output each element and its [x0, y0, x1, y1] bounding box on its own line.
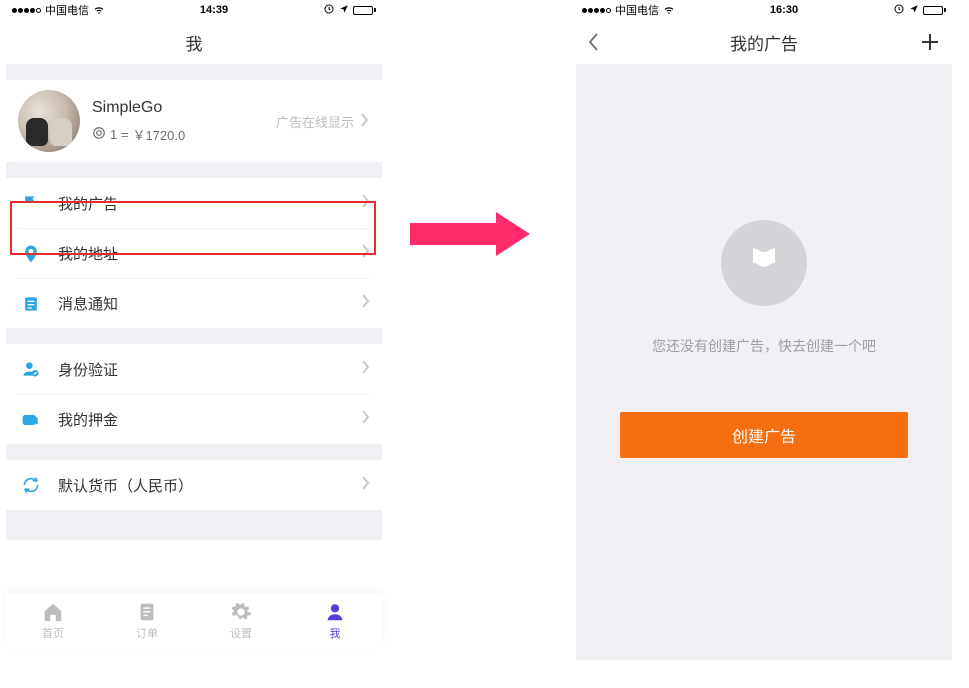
- flag-icon: [18, 193, 44, 213]
- row-label: 默认货币（人民币）: [58, 475, 362, 496]
- content-area: 您还没有创建广告，快去创建一个吧 创建广告: [576, 64, 952, 660]
- avatar: [18, 90, 80, 152]
- back-button[interactable]: [588, 20, 600, 64]
- profile-row[interactable]: SimpleGo 1 = ￥1720.0 广告在线显示: [6, 80, 382, 162]
- empty-state-text: 您还没有创建广告，快去创建一个吧: [652, 336, 876, 356]
- profile-right-text: 广告在线显示: [276, 112, 354, 131]
- status-time: 14:39: [200, 4, 228, 16]
- empty-flag-icon: [721, 220, 807, 306]
- doc-icon: [18, 294, 44, 314]
- tab-label: 首页: [42, 625, 64, 641]
- carrier-label: 中国电信: [615, 2, 659, 18]
- deposit-icon: 押: [18, 410, 44, 430]
- tab-label: 订单: [136, 625, 158, 641]
- battery-icon: [353, 6, 376, 15]
- list-group-2: 身份验证 押 我的押金: [6, 344, 382, 444]
- wifi-icon: [93, 3, 105, 18]
- add-button[interactable]: [920, 20, 940, 64]
- row-label: 消息通知: [58, 293, 362, 314]
- tab-label: 我: [330, 625, 341, 641]
- row-identity[interactable]: 身份验证: [6, 344, 382, 394]
- chevron-right-icon: [362, 410, 370, 429]
- chevron-right-icon: [362, 476, 370, 495]
- profile-balance: 1 = ￥1720.0: [92, 125, 276, 144]
- row-currency[interactable]: 默认货币（人民币）: [6, 460, 382, 510]
- svg-text:押: 押: [26, 416, 32, 424]
- chevron-right-icon: [362, 360, 370, 379]
- list-group-3: 默认货币（人民币）: [6, 460, 382, 510]
- tab-bar: 首页 订单 设置 我: [6, 594, 382, 648]
- id-icon: [18, 359, 44, 379]
- page-title: 我的广告: [730, 30, 798, 55]
- pin-icon: [18, 244, 44, 264]
- row-label: 我的地址: [58, 243, 362, 264]
- page-title-row: 我: [6, 20, 382, 64]
- battery-icon: [923, 6, 946, 15]
- signal-dots-icon: [582, 8, 611, 13]
- location-arrow-icon: [339, 4, 349, 17]
- row-label: 我的广告: [58, 193, 362, 214]
- row-label: 我的押金: [58, 409, 362, 430]
- button-label: 创建广告: [732, 423, 796, 447]
- tab-home[interactable]: 首页: [42, 601, 64, 641]
- profile-name: SimpleGo: [92, 99, 276, 117]
- row-notifications[interactable]: 消息通知: [6, 278, 382, 328]
- status-bar: 中国电信 16:30: [576, 0, 952, 20]
- wifi-icon: [663, 3, 675, 18]
- right-screen: 中国电信 16:30 我的广告: [576, 0, 952, 660]
- row-label: 身份验证: [58, 359, 362, 380]
- flow-arrow-icon: [410, 212, 540, 256]
- tab-settings[interactable]: 设置: [230, 601, 252, 641]
- list-group-1: 我的广告 我的地址 消息通知: [6, 178, 382, 328]
- row-my-ads[interactable]: 我的广告: [6, 178, 382, 228]
- tab-me[interactable]: 我: [324, 601, 346, 641]
- status-time: 16:30: [770, 4, 798, 16]
- page-title-row: 我的广告: [576, 20, 952, 64]
- orientation-lock-icon: [893, 3, 905, 18]
- left-screen: 中国电信 14:39 我 SimpleGo: [6, 0, 382, 660]
- row-deposit[interactable]: 押 我的押金: [6, 394, 382, 444]
- carrier-label: 中国电信: [45, 2, 89, 18]
- row-my-address[interactable]: 我的地址: [6, 228, 382, 278]
- chevron-right-icon: [362, 294, 370, 313]
- chevron-right-icon: [362, 194, 370, 213]
- create-ad-button[interactable]: 创建广告: [620, 412, 908, 458]
- location-arrow-icon: [909, 4, 919, 17]
- signal-dots-icon: [12, 8, 41, 13]
- tab-label: 设置: [230, 625, 252, 641]
- orientation-lock-icon: [323, 3, 335, 18]
- refresh-icon: [18, 475, 44, 495]
- tab-orders[interactable]: 订单: [136, 601, 158, 641]
- status-bar: 中国电信 14:39: [6, 0, 382, 20]
- coin-icon: [92, 126, 106, 143]
- chevron-right-icon: [360, 113, 370, 130]
- chevron-right-icon: [362, 244, 370, 263]
- page-title: 我: [186, 30, 203, 55]
